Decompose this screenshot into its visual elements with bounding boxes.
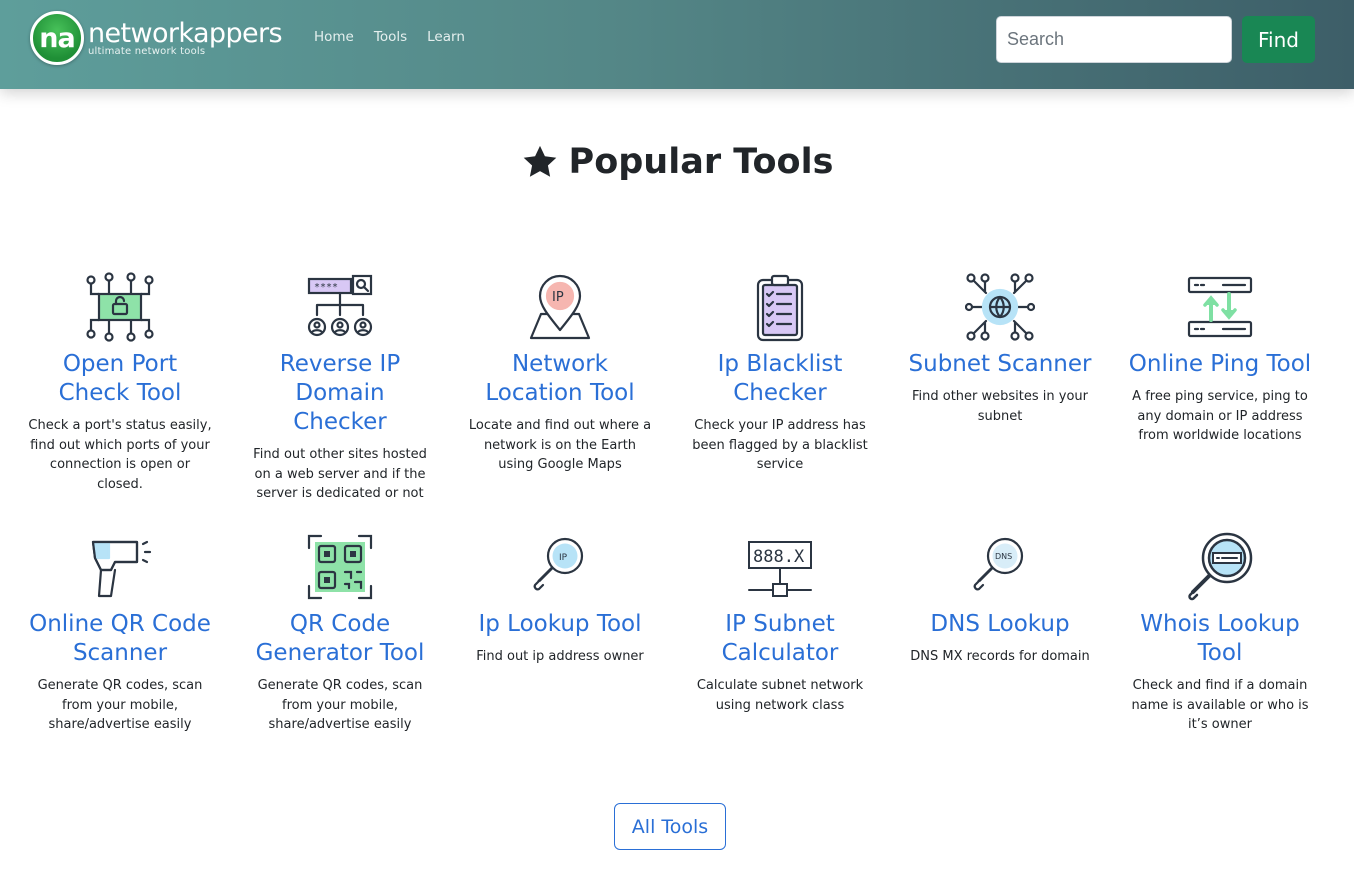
- whois-magnifier-icon: [1185, 532, 1255, 602]
- tool-card: QR Code Generator Tool Generate QR codes…: [240, 532, 440, 735]
- reverse-ip-icon: ****: [305, 272, 375, 342]
- tool-title-dns-lookup[interactable]: DNS Lookup: [900, 610, 1100, 639]
- tool-description: Generate QR codes, scan from your mobile…: [37, 678, 203, 732]
- nav-link-home[interactable]: Home: [314, 29, 354, 45]
- tool-description: Check your IP address has been flagged b…: [692, 418, 868, 472]
- svg-text:IP: IP: [559, 553, 568, 563]
- tool-description: Check a port's status easily, find out w…: [28, 418, 212, 492]
- tool-title-ip-subnet-calculator[interactable]: IP Subnet Calculator: [680, 610, 880, 668]
- ip-magnifier-icon: IP: [525, 532, 595, 602]
- tool-card: DNS DNS Lookup DNS MX records for domain: [900, 532, 1100, 667]
- tool-description: Locate and find out where a network is o…: [468, 418, 652, 472]
- qr-code-icon: [305, 532, 375, 602]
- tool-card: Online Ping Tool A free ping service, pi…: [1120, 272, 1320, 446]
- location-pin-icon: IP: [525, 272, 595, 342]
- tool-card: IP Network Location Tool Locate and find…: [460, 272, 660, 475]
- brand-tagline: ultimate network tools: [88, 46, 206, 57]
- svg-text:DNS: DNS: [995, 552, 1012, 561]
- tool-card: Open Port Check Tool Check a port's stat…: [20, 272, 220, 494]
- brand-name: networkappers: [88, 18, 283, 49]
- dns-magnifier-icon: DNS: [965, 532, 1035, 602]
- tool-card: Whois Lookup Tool Check and find if a do…: [1120, 532, 1320, 735]
- brand-logo[interactable]: na networkappers ultimate network tools: [30, 11, 283, 65]
- tool-title-whois-lookup[interactable]: Whois Lookup Tool: [1120, 610, 1320, 668]
- svg-text:****: ****: [314, 282, 338, 293]
- nav-link-learn[interactable]: Learn: [427, 29, 465, 45]
- page-title-text: Popular Tools: [568, 142, 834, 182]
- search-input[interactable]: [996, 16, 1232, 63]
- svg-text:888.X: 888.X: [753, 547, 805, 567]
- tool-title-ip-lookup[interactable]: Ip Lookup Tool: [460, 610, 660, 639]
- brand-text: networkappers ultimate network tools: [88, 18, 283, 57]
- tool-title-qr-code-generator[interactable]: QR Code Generator Tool: [240, 610, 440, 668]
- ping-servers-icon: [1185, 272, 1255, 342]
- all-tools-button[interactable]: All Tools: [614, 803, 726, 850]
- tool-description: Find other websites in your subnet: [911, 389, 1088, 424]
- star-icon: [521, 143, 559, 181]
- subnet-calculator-icon: 888.X: [745, 532, 815, 602]
- find-button[interactable]: Find: [1242, 16, 1315, 63]
- open-port-icon: [85, 272, 155, 342]
- tool-title-reverse-ip-domain-checker[interactable]: Reverse IP Domain Checker: [240, 350, 440, 437]
- tool-title-open-port-check[interactable]: Open Port Check Tool: [20, 350, 220, 408]
- page-title: Popular Tools: [0, 142, 1354, 182]
- tool-title-network-location[interactable]: Network Location Tool: [460, 350, 660, 408]
- network-globe-icon: [965, 272, 1035, 342]
- tool-title-subnet-scanner[interactable]: Subnet Scanner: [900, 350, 1100, 379]
- tool-description: DNS MX records for domain: [910, 649, 1090, 664]
- tool-card: Subnet Scanner Find other websites in yo…: [900, 272, 1100, 426]
- clipboard-checklist-icon: [745, 272, 815, 342]
- tool-card: IP Ip Lookup Tool Find out ip address ow…: [460, 532, 660, 667]
- tool-card: 888.X IP Subnet Calculator Calculate sub…: [680, 532, 880, 715]
- tool-title-ip-blacklist-checker[interactable]: Ip Blacklist Checker: [680, 350, 880, 408]
- tool-title-online-qr-code-scanner[interactable]: Online QR Code Scanner: [20, 610, 220, 668]
- tool-card: Ip Blacklist Checker Check your IP addre…: [680, 272, 880, 475]
- tool-title-online-ping[interactable]: Online Ping Tool: [1120, 350, 1320, 379]
- tool-description: Find out ip address owner: [476, 649, 644, 664]
- barcode-scanner-icon: [85, 532, 155, 602]
- main-nav: Home Tools Learn: [314, 29, 465, 45]
- tool-card: Online QR Code Scanner Generate QR codes…: [20, 532, 220, 735]
- tool-card: **** Reverse IP Domain Checker Find out …: [240, 272, 440, 504]
- logo-mark: na: [30, 11, 84, 65]
- tool-description: A free ping service, ping to any domain …: [1132, 389, 1308, 443]
- tool-description: Check and find if a domain name is avail…: [1131, 678, 1309, 732]
- svg-text:IP: IP: [552, 290, 564, 305]
- tool-description: Find out other sites hosted on a web ser…: [253, 447, 427, 501]
- top-navbar: na networkappers ultimate network tools …: [0, 0, 1354, 89]
- tool-description: Generate QR codes, scan from your mobile…: [257, 678, 423, 732]
- tool-description: Calculate subnet network using network c…: [696, 678, 864, 713]
- nav-link-tools[interactable]: Tools: [374, 29, 407, 45]
